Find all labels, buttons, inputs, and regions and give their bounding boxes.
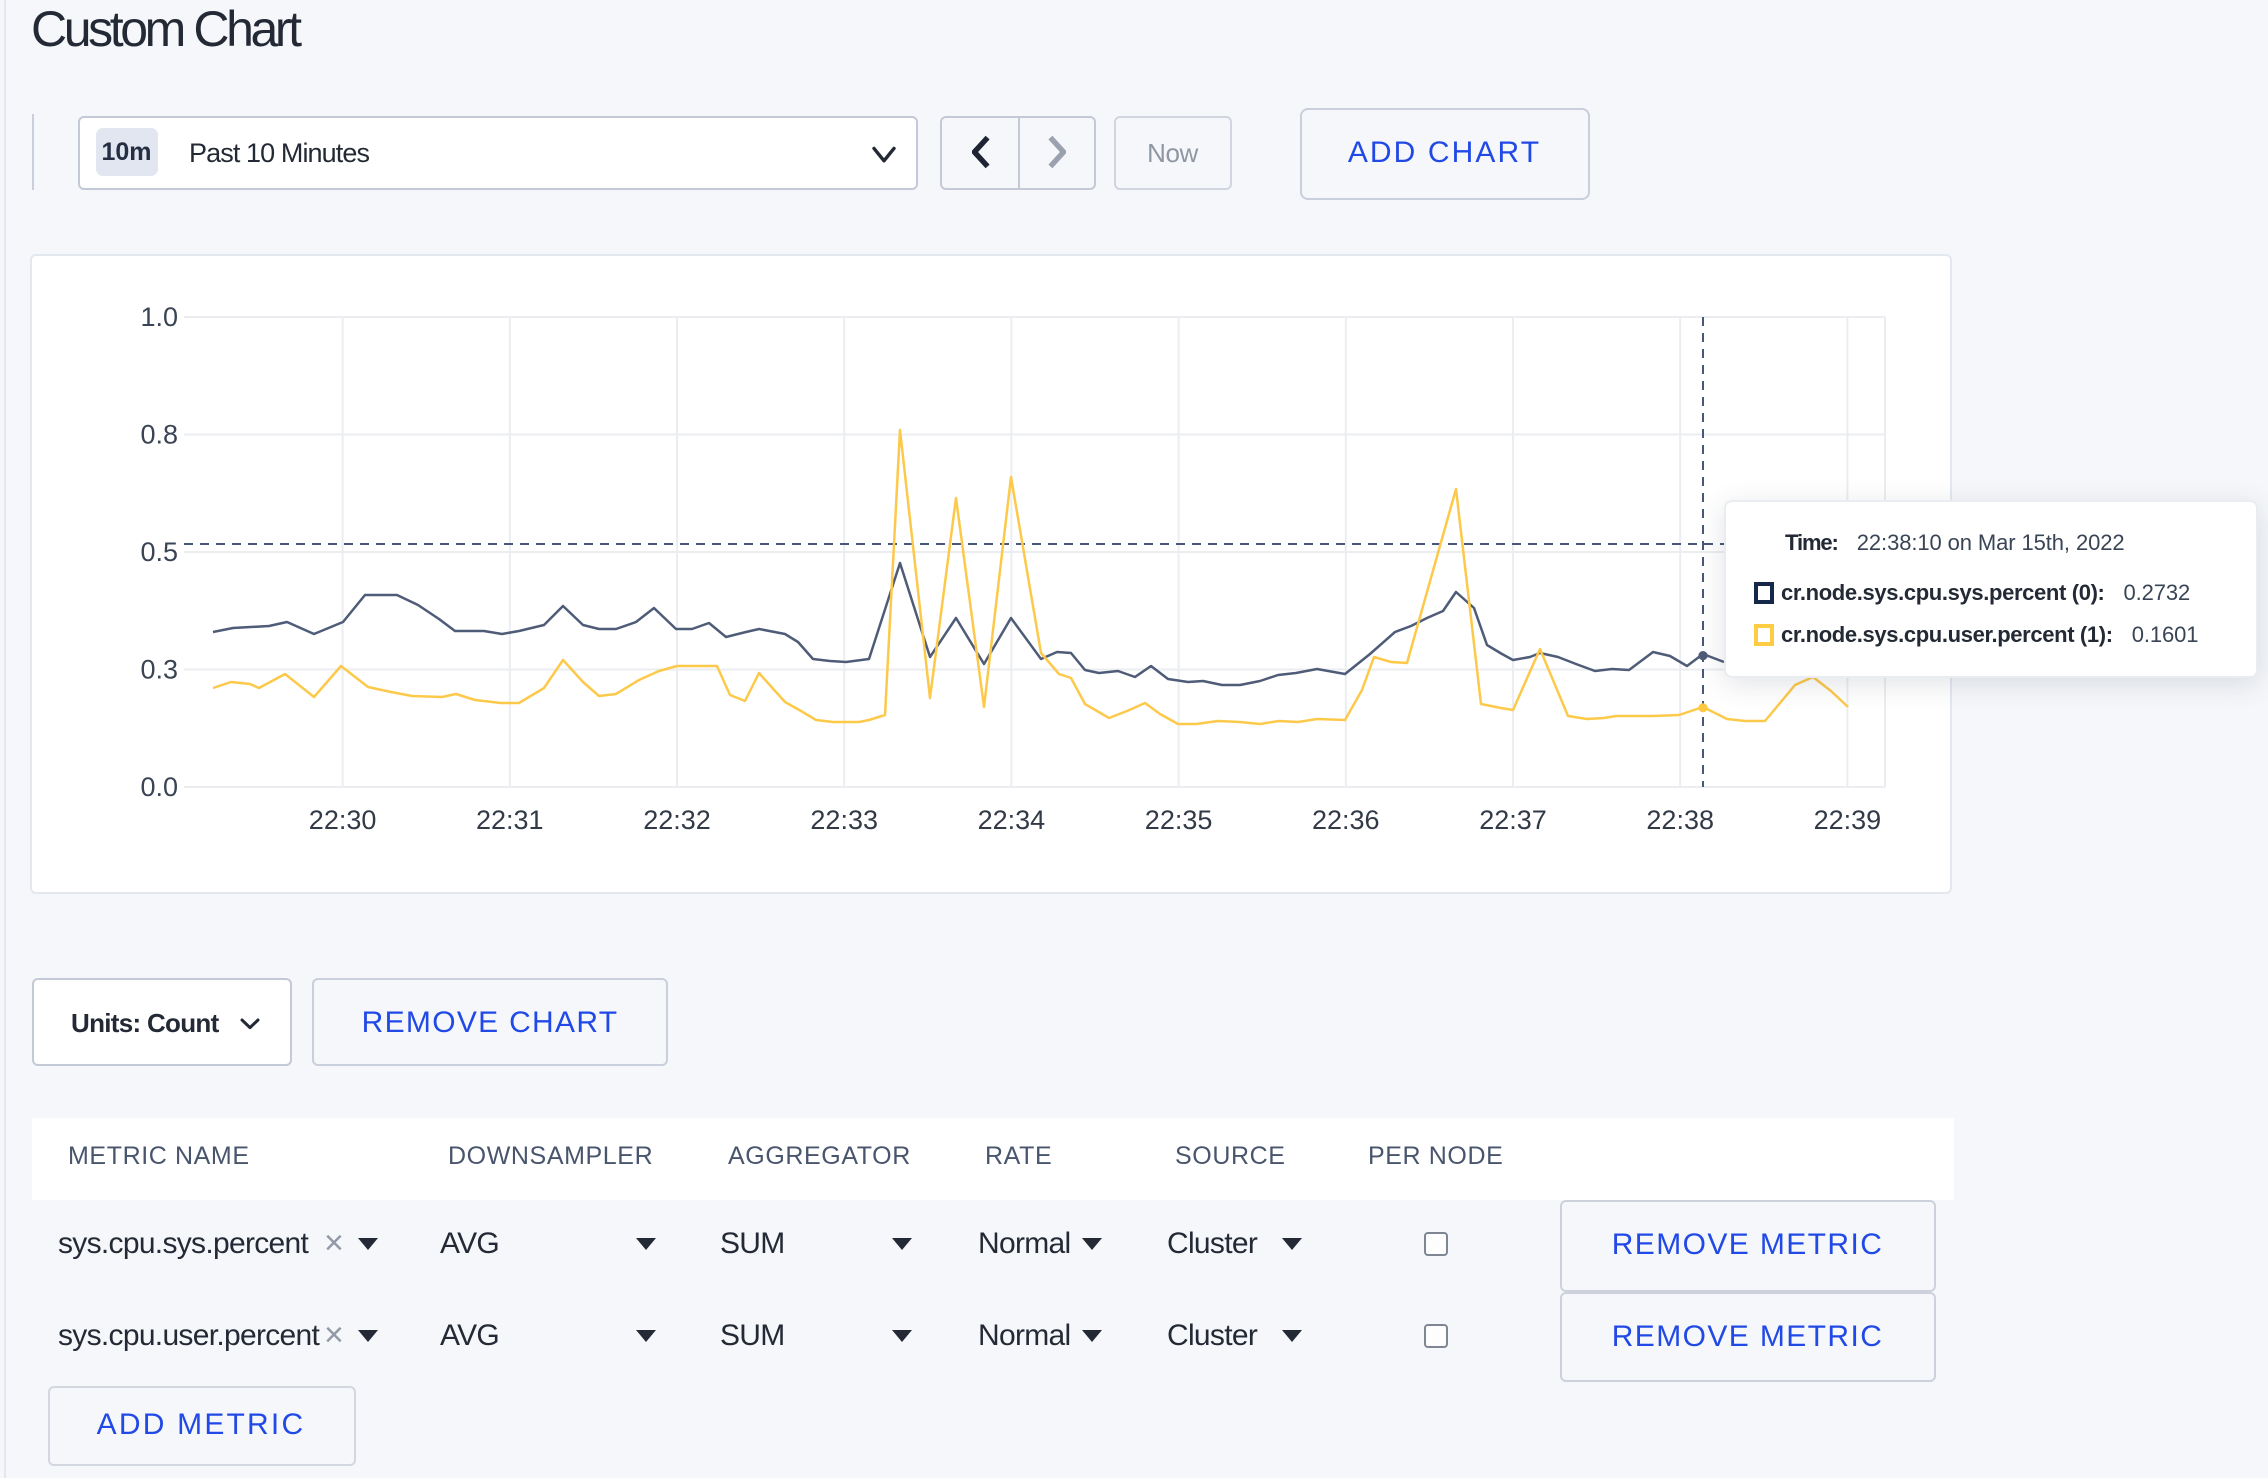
svg-text:22:34: 22:34: [977, 804, 1045, 834]
svg-text:22:36: 22:36: [1311, 804, 1379, 834]
svg-text:0.8: 0.8: [139, 419, 177, 449]
svg-text:22:39: 22:39: [1813, 804, 1881, 834]
svg-text:22:38: 22:38: [1645, 804, 1713, 834]
svg-text:22:30: 22:30: [308, 804, 376, 834]
svg-text:22:35: 22:35: [1144, 804, 1212, 834]
svg-text:0.5: 0.5: [139, 536, 177, 566]
svg-text:22:32: 22:32: [642, 804, 710, 834]
svg-text:22:31: 22:31: [475, 804, 543, 834]
svg-text:0.3: 0.3: [139, 654, 177, 684]
svg-text:22:33: 22:33: [809, 804, 877, 834]
svg-text:1.0: 1.0: [139, 301, 177, 331]
svg-text:0.0: 0.0: [139, 771, 177, 801]
svg-text:22:37: 22:37: [1478, 804, 1546, 834]
